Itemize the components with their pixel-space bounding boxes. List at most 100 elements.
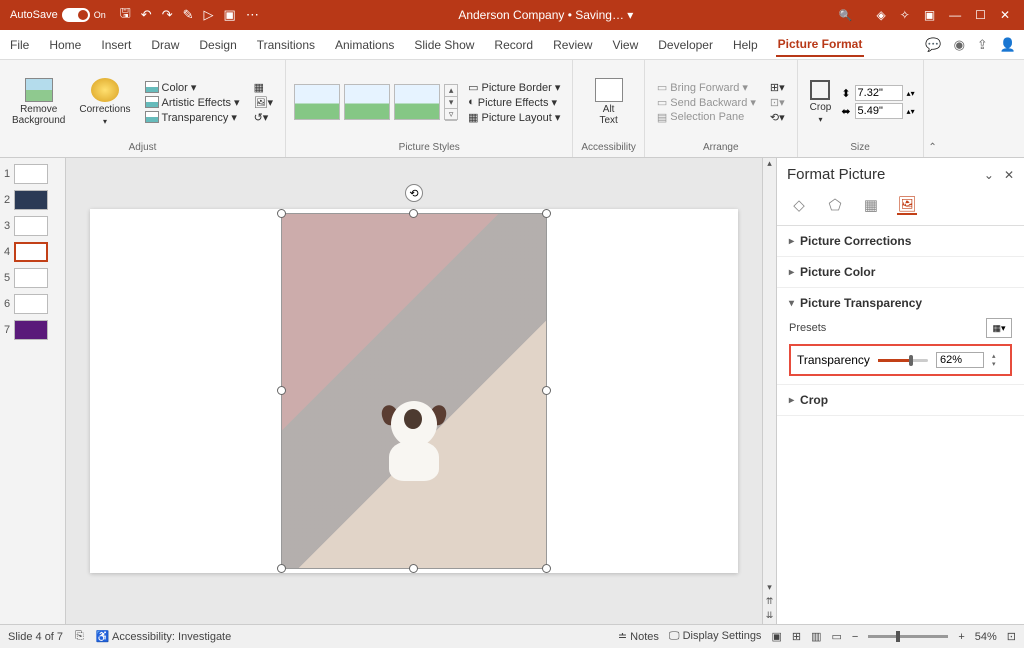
height-input[interactable]: ⬍ ▴▾ bbox=[841, 85, 914, 101]
tab-view[interactable]: View bbox=[610, 34, 640, 56]
thumb-3[interactable]: 3 bbox=[4, 216, 61, 236]
vertical-scrollbar[interactable]: ▴ ▾ ⇈ ⇊ bbox=[762, 158, 776, 624]
tab-animations[interactable]: Animations bbox=[333, 34, 396, 56]
effects-icon[interactable]: ⬠ bbox=[825, 195, 845, 215]
crop-button[interactable]: Crop▾ bbox=[806, 78, 836, 126]
comments-icon[interactable]: 💬 bbox=[925, 37, 941, 53]
handle-tl[interactable] bbox=[277, 209, 286, 218]
handle-ml[interactable] bbox=[277, 386, 286, 395]
handle-tc[interactable] bbox=[409, 209, 418, 218]
transparency-header[interactable]: ▾Picture Transparency bbox=[789, 296, 1012, 310]
lang-icon[interactable]: ⎘ bbox=[75, 630, 84, 643]
search-icon[interactable]: 🔍 bbox=[825, 9, 867, 22]
start-icon[interactable]: ▷ bbox=[204, 7, 214, 23]
artistic-effects-button[interactable]: Artistic Effects ▾ bbox=[141, 95, 244, 110]
presets-dropdown[interactable]: ▦▾ bbox=[986, 318, 1012, 338]
tab-developer[interactable]: Developer bbox=[656, 34, 715, 56]
fit-button[interactable]: ⊡ bbox=[1007, 630, 1016, 643]
selected-picture[interactable]: ⟲ bbox=[281, 213, 547, 569]
thumb-7[interactable]: 7 bbox=[4, 320, 61, 340]
view-sorter-icon[interactable]: ⊞ bbox=[792, 630, 801, 643]
slide-indicator[interactable]: Slide 4 of 7 bbox=[8, 631, 63, 643]
tab-review[interactable]: Review bbox=[551, 34, 594, 56]
width-input[interactable]: ⬌ ▴▾ bbox=[841, 103, 914, 119]
collapse-ribbon-button[interactable]: ⌃ bbox=[924, 60, 942, 157]
slide-canvas[interactable]: ⟲ bbox=[66, 158, 762, 624]
selection-pane-button[interactable]: ▤ Selection Pane bbox=[653, 110, 760, 125]
present-icon[interactable]: ▣ bbox=[224, 7, 236, 23]
display-settings-button[interactable]: 🖵 Display Settings bbox=[669, 630, 762, 643]
view-reading-icon[interactable]: ▥ bbox=[811, 630, 821, 643]
autosave-toggle[interactable]: AutoSave On bbox=[4, 8, 112, 22]
tab-slideshow[interactable]: Slide Show bbox=[412, 34, 476, 56]
fill-icon[interactable]: ◇ bbox=[789, 195, 809, 215]
maximize-icon[interactable]: ☐ bbox=[975, 8, 986, 22]
thumb-6[interactable]: 6 bbox=[4, 294, 61, 314]
thumb-4[interactable]: 4 bbox=[4, 242, 61, 262]
handle-br[interactable] bbox=[542, 564, 551, 573]
tab-insert[interactable]: Insert bbox=[99, 34, 133, 56]
share-icon[interactable]: ⇪ bbox=[977, 37, 988, 53]
size-props-icon[interactable]: ▦ bbox=[861, 195, 881, 215]
tab-picture-format[interactable]: Picture Format bbox=[776, 33, 865, 57]
rotate-button[interactable]: ⟲▾ bbox=[766, 110, 789, 125]
mic-icon[interactable]: ✧ bbox=[900, 8, 910, 22]
transparency-value[interactable]: 62% bbox=[936, 352, 984, 368]
zoom-in-button[interactable]: + bbox=[958, 631, 964, 643]
section-crop[interactable]: ▸Crop bbox=[777, 385, 1024, 416]
picture-border-button[interactable]: ▭ Picture Border ▾ bbox=[464, 80, 564, 95]
tab-file[interactable]: File bbox=[8, 34, 31, 56]
touch-icon[interactable]: ✎ bbox=[183, 7, 194, 23]
compress-button[interactable]: ▦ bbox=[250, 80, 278, 95]
color-button[interactable]: Color ▾ bbox=[141, 80, 244, 95]
view-slideshow-icon[interactable]: ▭ bbox=[831, 630, 841, 643]
picture-layout-button[interactable]: ▦ Picture Layout ▾ bbox=[464, 110, 564, 125]
rotate-handle[interactable]: ⟲ bbox=[405, 184, 423, 202]
corrections-button[interactable]: Corrections▾ bbox=[75, 76, 134, 128]
handle-tr[interactable] bbox=[542, 209, 551, 218]
close-icon[interactable]: ✕ bbox=[1000, 8, 1010, 22]
record-icon[interactable]: ◉ bbox=[954, 37, 965, 53]
styles-gallery[interactable]: ▴▾▿ bbox=[294, 84, 458, 120]
handle-bl[interactable] bbox=[277, 564, 286, 573]
zoom-level[interactable]: 54% bbox=[975, 631, 997, 643]
minimize-icon[interactable]: — bbox=[949, 8, 961, 22]
tab-transitions[interactable]: Transitions bbox=[255, 34, 317, 56]
transparency-slider[interactable] bbox=[878, 359, 928, 362]
thumb-5[interactable]: 5 bbox=[4, 268, 61, 288]
change-button[interactable]: 🖼▾ bbox=[250, 95, 278, 110]
tab-record[interactable]: Record bbox=[492, 34, 535, 56]
transparency-spinner[interactable]: ▴▾ bbox=[992, 352, 1004, 368]
toggle-switch[interactable] bbox=[62, 8, 90, 22]
tab-help[interactable]: Help bbox=[731, 34, 760, 56]
pane-dropdown-icon[interactable]: ⌄ bbox=[984, 168, 994, 182]
picture-icon[interactable]: 🖼 bbox=[897, 195, 917, 215]
accessibility-status[interactable]: ♿ Accessibility: Investigate bbox=[96, 630, 231, 643]
zoom-slider[interactable] bbox=[868, 635, 948, 638]
zoom-out-button[interactable]: − bbox=[852, 631, 858, 643]
notes-button[interactable]: ≐ Notes bbox=[618, 630, 659, 643]
person-icon[interactable]: 👤 bbox=[1000, 37, 1016, 53]
thumb-2[interactable]: 2 bbox=[4, 190, 61, 210]
view-normal-icon[interactable]: ▣ bbox=[771, 630, 781, 643]
thumb-1[interactable]: 1 bbox=[4, 164, 61, 184]
reset-button[interactable]: ↺▾ bbox=[250, 110, 278, 125]
save-icon[interactable]: 🖫 bbox=[120, 4, 131, 26]
box-icon[interactable]: ▣ bbox=[924, 8, 935, 22]
transparency-button[interactable]: Transparency ▾ bbox=[141, 110, 244, 125]
alt-text-button[interactable]: Alt Text bbox=[591, 76, 627, 128]
section-corrections[interactable]: ▸Picture Corrections bbox=[777, 226, 1024, 257]
handle-bc[interactable] bbox=[409, 564, 418, 573]
more-icon[interactable]: ⋯ bbox=[246, 7, 259, 23]
remove-background-button[interactable]: Remove Background bbox=[8, 76, 69, 128]
redo-icon[interactable]: ↷ bbox=[162, 7, 173, 23]
tab-home[interactable]: Home bbox=[47, 34, 83, 56]
undo-icon[interactable]: ↶ bbox=[141, 7, 152, 23]
tab-draw[interactable]: Draw bbox=[149, 34, 181, 56]
tab-design[interactable]: Design bbox=[197, 34, 238, 56]
handle-mr[interactable] bbox=[542, 386, 551, 395]
align-button[interactable]: ⊞▾ bbox=[766, 80, 789, 95]
diamond-icon[interactable]: ◈ bbox=[877, 8, 886, 22]
section-color[interactable]: ▸Picture Color bbox=[777, 257, 1024, 288]
pane-close-icon[interactable]: ✕ bbox=[1004, 168, 1014, 182]
